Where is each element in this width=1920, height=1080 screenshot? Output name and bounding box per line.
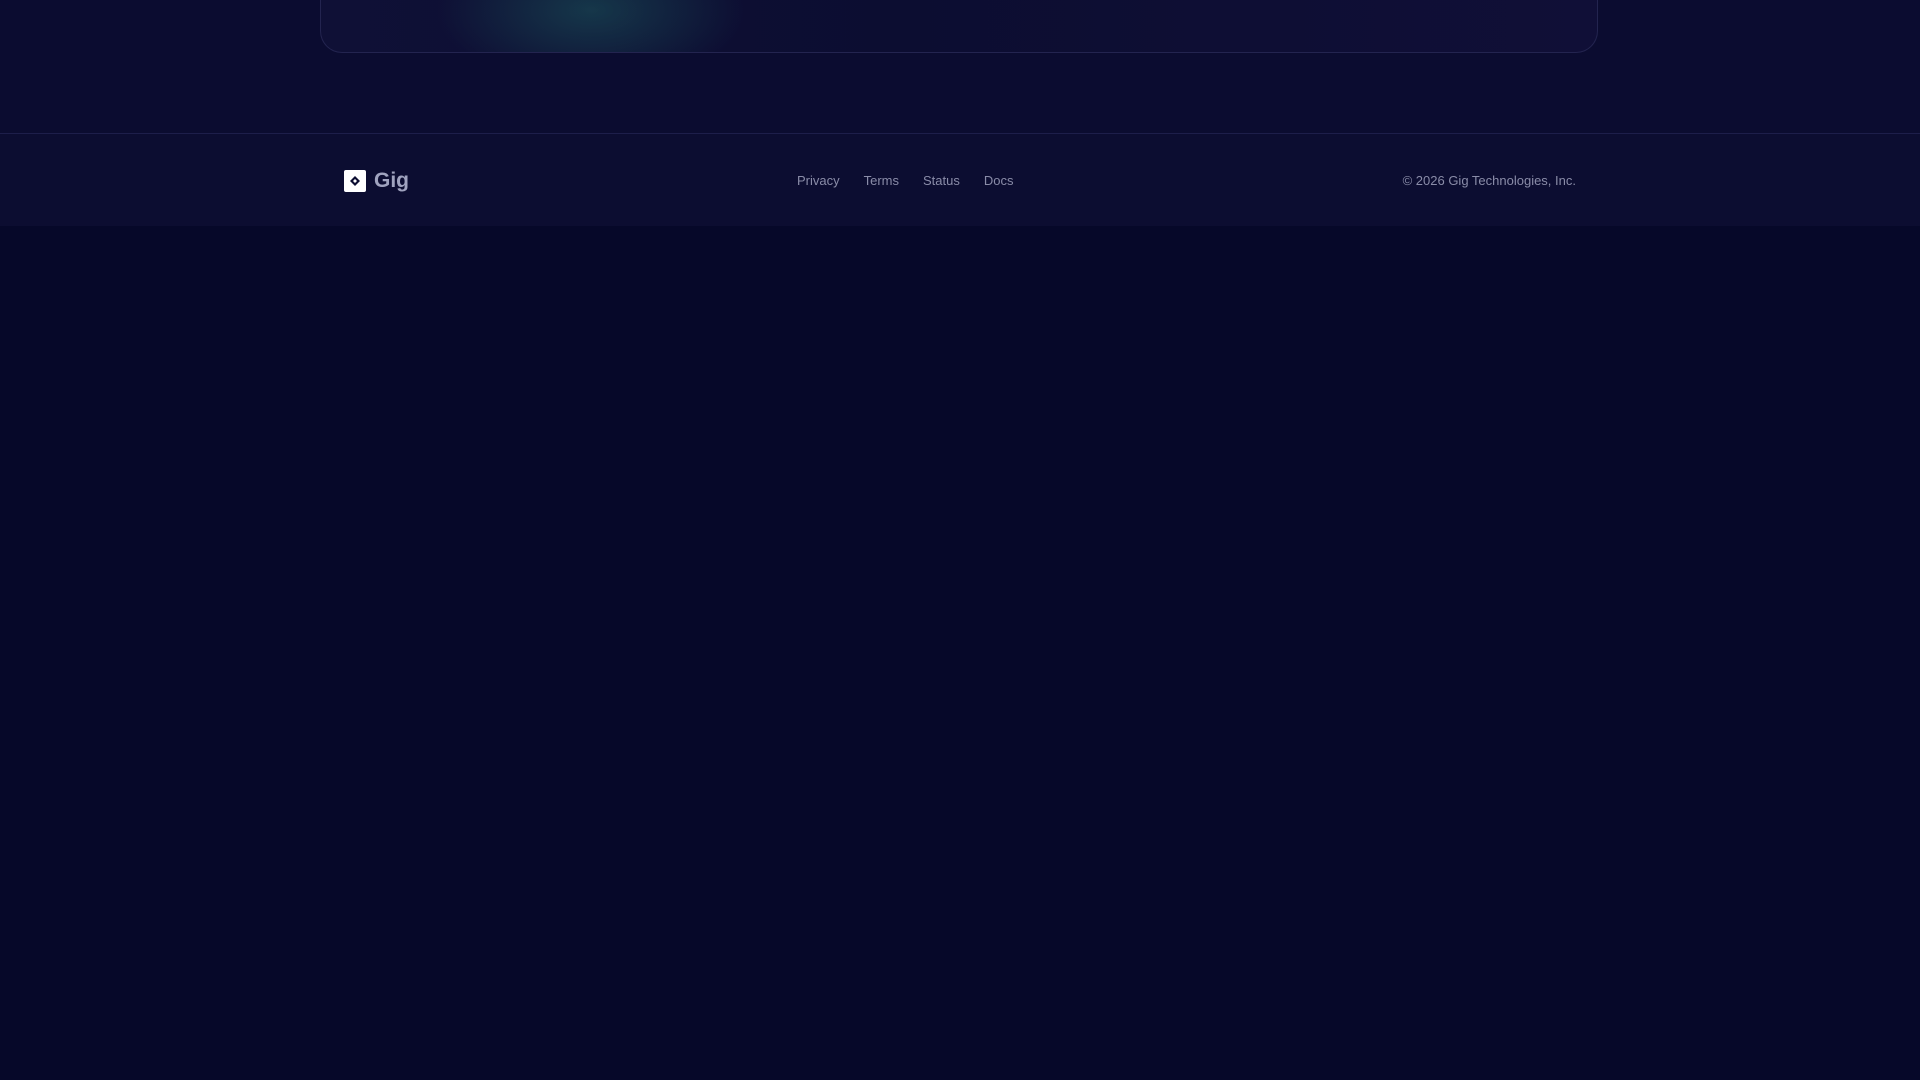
footer-link-status[interactable]: Status <box>923 173 960 189</box>
page-top-band <box>0 0 1920 133</box>
footer-brand-name: Gig <box>374 169 409 192</box>
footer-link-privacy[interactable]: Privacy <box>797 173 840 189</box>
footer-nav: Privacy Terms Status Docs <box>797 173 1014 189</box>
footer-link-terms[interactable]: Terms <box>864 173 899 189</box>
site-footer: Gig Privacy Terms Status Docs © 2026 Gig… <box>0 133 1920 226</box>
footer-link-docs[interactable]: Docs <box>984 173 1014 189</box>
footer-copyright: © 2026 Gig Technologies, Inc. <box>1402 173 1576 188</box>
hero-card-bottom-edge <box>320 0 1598 53</box>
diamond-logo-icon <box>344 170 366 192</box>
footer-container: Gig Privacy Terms Status Docs © 2026 Gig… <box>344 134 1576 226</box>
footer-brand-link[interactable]: Gig <box>344 170 409 192</box>
